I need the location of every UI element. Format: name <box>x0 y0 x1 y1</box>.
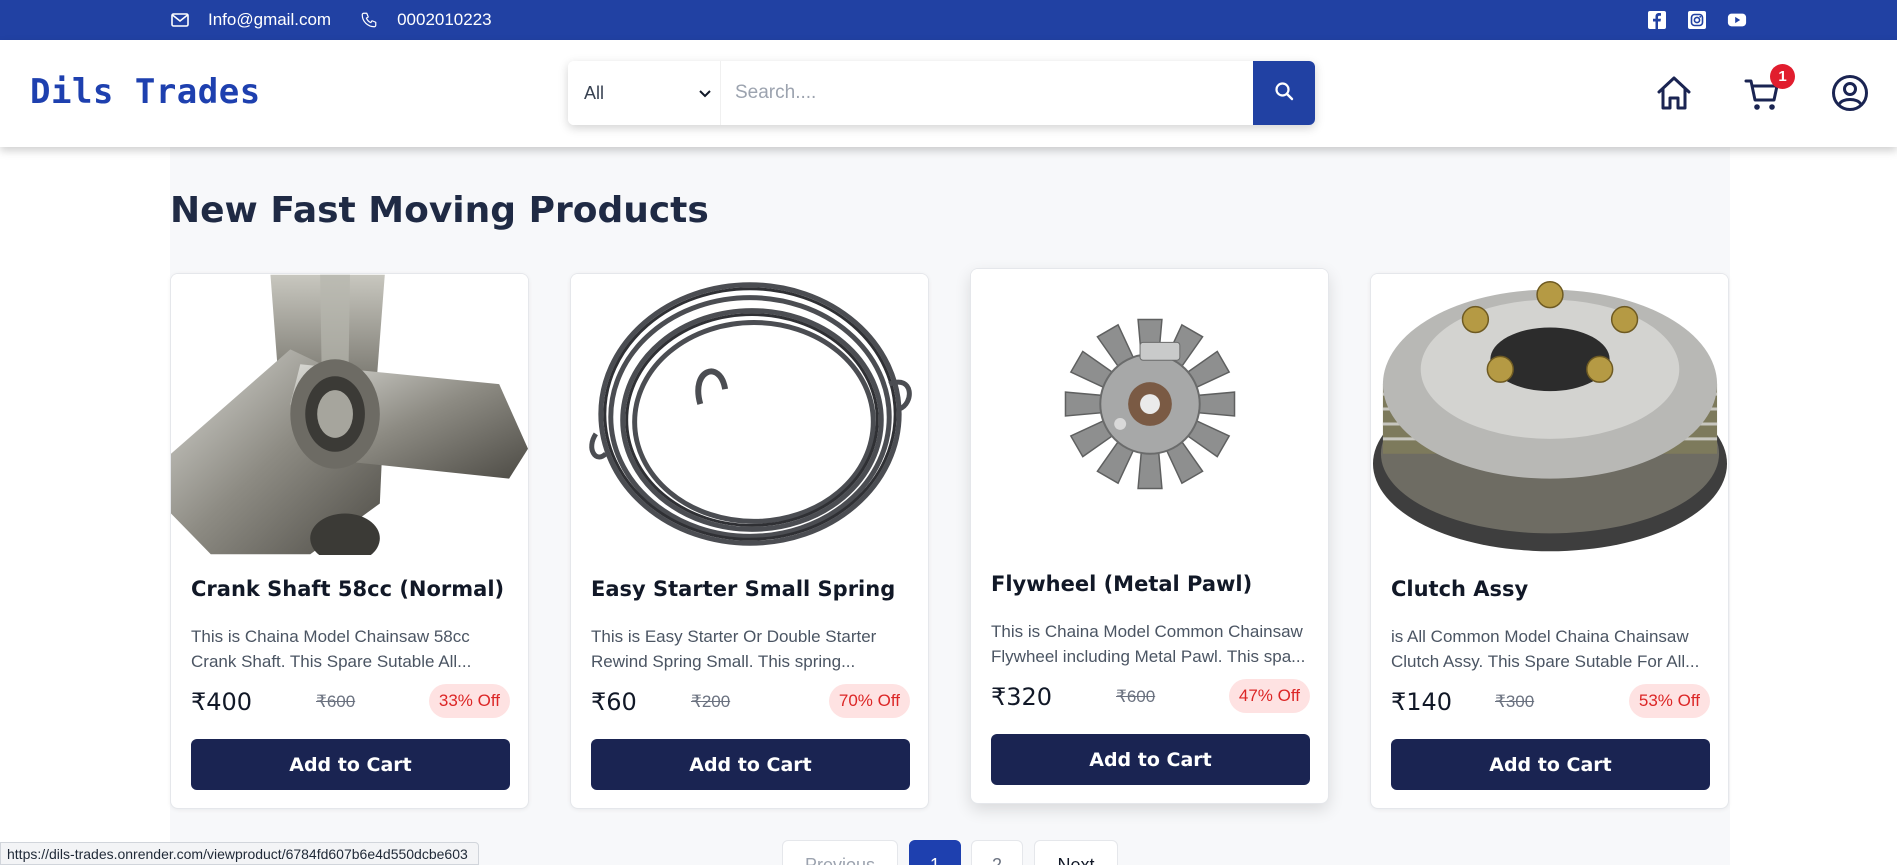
product-description-line: Flywheel including Metal Pawl. This spa.… <box>991 647 1306 666</box>
facebook-icon[interactable] <box>1647 10 1667 30</box>
pagination-page-2[interactable]: 2 <box>971 840 1023 865</box>
product-original-price: ₹300 <box>1495 692 1535 711</box>
add-to-cart-button[interactable]: Add to Cart <box>1391 739 1710 790</box>
product-card[interactable]: Flywheel (Metal Pawl) This is Chaina Mod… <box>970 268 1329 804</box>
instagram-icon[interactable] <box>1687 10 1707 30</box>
product-name[interactable]: Crank Shaft 58cc (Normal) <box>191 577 504 601</box>
product-name[interactable]: Flywheel (Metal Pawl) <box>991 572 1252 596</box>
youtube-icon[interactable] <box>1727 10 1747 30</box>
product-image-hex-nuts[interactable] <box>171 274 528 555</box>
search-input[interactable] <box>720 61 1253 125</box>
product-original-price: ₹600 <box>316 692 356 711</box>
add-to-cart-button[interactable]: Add to Cart <box>591 739 910 790</box>
section-title: New Fast Moving Products <box>170 190 709 231</box>
pagination-next-button[interactable]: Next <box>1034 840 1118 865</box>
product-price: ₹320 <box>991 683 1053 711</box>
pagination-page-1[interactable]: 1 <box>909 840 961 865</box>
mail-icon <box>170 10 190 30</box>
site-logo[interactable]: Dils Trades <box>30 72 261 112</box>
product-name[interactable]: Clutch Assy <box>1391 577 1528 601</box>
product-price: ₹60 <box>591 688 637 716</box>
product-name[interactable]: Easy Starter Small Spring <box>591 577 895 601</box>
product-description-line: This is Chaina Model Common Chainsaw <box>991 622 1303 641</box>
product-price: ₹140 <box>1391 688 1453 716</box>
product-description: This is Chaina Model Common Chainsaw Fly… <box>991 619 1311 669</box>
discount-badge: 70% Off <box>828 684 910 718</box>
product-image-clutch[interactable] <box>1371 274 1728 555</box>
product-price: ₹400 <box>191 688 253 716</box>
product-card[interactable]: Crank Shaft 58cc (Normal) This is Chaina… <box>170 273 529 809</box>
top-contact-bar: Info@gmail.com 0002010223 <box>0 0 1897 40</box>
product-description: This is Chaina Model Chainsaw 58cc Crank… <box>191 624 511 674</box>
product-description-line: This is Chaina Model Chainsaw 58cc <box>191 627 470 646</box>
search-button[interactable] <box>1253 61 1315 125</box>
contact-info: Info@gmail.com 0002010223 <box>170 0 520 40</box>
product-description-line: This is Easy Starter Or Double Starter <box>591 627 877 646</box>
product-description-line: Crank Shaft. This Spare Sutable All... <box>191 652 472 671</box>
chevron-down-icon <box>698 83 712 104</box>
link-status-bar: https://dils-trades.onrender.com/viewpro… <box>0 842 479 865</box>
product-description: is All Common Model Chaina Chainsaw Clut… <box>1391 624 1711 674</box>
phone-icon <box>359 10 379 30</box>
home-icon[interactable] <box>1655 73 1693 113</box>
product-original-price: ₹600 <box>1116 687 1156 706</box>
add-to-cart-button[interactable]: Add to Cart <box>191 739 510 790</box>
social-links <box>1647 0 1747 40</box>
add-to-cart-button[interactable]: Add to Cart <box>991 734 1310 785</box>
search-icon <box>1274 81 1294 106</box>
discount-badge: 33% Off <box>428 684 510 718</box>
cart-count-badge: 1 <box>1770 64 1795 89</box>
site-header: Dils Trades All 1 <box>0 40 1897 147</box>
product-card[interactable]: Clutch Assy is All Common Model Chaina C… <box>1370 273 1729 809</box>
discount-badge: 47% Off <box>1228 679 1310 713</box>
category-select-value: All <box>584 82 605 103</box>
products-section: New Fast Moving Products Crank Shaft 58c… <box>170 147 1730 865</box>
product-description-line: is All Common Model Chaina Chainsaw <box>1391 627 1689 646</box>
product-image-flywheel[interactable] <box>971 269 1328 550</box>
contact-phone[interactable]: 0002010223 <box>397 10 492 30</box>
search-bar: All <box>568 61 1315 125</box>
product-description-line: Clutch Assy. This Spare Sutable For All.… <box>1391 652 1700 671</box>
discount-badge: 53% Off <box>1628 684 1710 718</box>
product-card[interactable]: Easy Starter Small Spring This is Easy S… <box>570 273 929 809</box>
contact-email[interactable]: Info@gmail.com <box>208 10 331 30</box>
category-select[interactable]: All <box>568 61 720 125</box>
product-image-spring[interactable] <box>571 274 928 555</box>
pagination-previous-button[interactable]: Previous <box>782 840 898 865</box>
product-description-line: Rewind Spring Small. This spring... <box>591 652 856 671</box>
product-original-price: ₹200 <box>691 692 731 711</box>
product-description: This is Easy Starter Or Double Starter R… <box>591 624 911 674</box>
user-icon[interactable] <box>1830 73 1870 113</box>
